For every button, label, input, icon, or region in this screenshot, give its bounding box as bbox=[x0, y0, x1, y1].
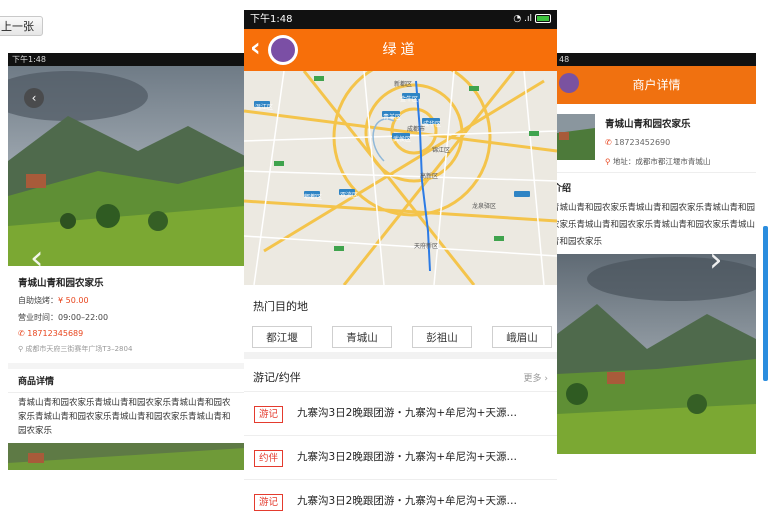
destination-tags: 都江堰 青城山 彭祖山 峨眉山 bbox=[244, 314, 557, 348]
right-landscape-photo bbox=[557, 254, 756, 458]
list-item[interactable]: 约伴 九寨沟3日2晚跟团游・九寨沟+牟尼沟+天源… bbox=[244, 436, 557, 480]
destination-tag[interactable]: 青城山 bbox=[332, 326, 392, 348]
left-preview-card[interactable]: 下午1:48 ‹ 青城山青和园农家乐 自助烧烤：¥ 50.00 营业时间：09:… bbox=[8, 53, 245, 470]
map-label: 高新区 bbox=[420, 173, 439, 180]
map-label: 温江区 bbox=[255, 104, 274, 111]
map-label: 双流区 bbox=[340, 192, 359, 199]
destination-tag[interactable]: 都江堰 bbox=[252, 326, 312, 348]
hot-destinations-title: 热门目的地 bbox=[253, 300, 308, 313]
map-label: 金牛区 bbox=[400, 96, 419, 103]
map-label: 成华区 bbox=[423, 121, 442, 128]
left-bottom-photo bbox=[8, 443, 245, 470]
map-label: 青羊区 bbox=[383, 114, 402, 121]
prev-image-button[interactable]: 上一张 bbox=[0, 16, 43, 36]
map-label: 锦江区 bbox=[432, 147, 451, 154]
battery-icon bbox=[535, 14, 551, 23]
right-avatar bbox=[559, 73, 579, 93]
left-phone: 18712345689 bbox=[27, 329, 84, 338]
right-merchant-name: 青城山青和园农家乐 bbox=[605, 119, 691, 130]
left-section-title: 商品详情 bbox=[8, 369, 245, 393]
travel-section-header: 游记/约伴 更多 › bbox=[244, 359, 557, 392]
right-merchant-thumb bbox=[557, 114, 595, 160]
left-hours-line: 营业时间：09:00–22:00 bbox=[18, 312, 237, 323]
more-label: 更多 bbox=[523, 374, 542, 384]
left-price-label: 自助烧烤： bbox=[18, 296, 58, 305]
right-address-line: ⚲ 地址：成都市都江堰市青城山 bbox=[605, 156, 710, 167]
map-label: 天府新区 bbox=[414, 243, 439, 250]
hot-destinations-section: 热门目的地 都江堰 青城山 彭祖山 峨眉山 bbox=[244, 285, 557, 359]
travel-badge: 游记 bbox=[254, 494, 284, 511]
travel-badge: 游记 bbox=[254, 406, 284, 423]
right-header-title: 商户详情 bbox=[632, 78, 681, 92]
travel-section-title: 游记/约伴 bbox=[253, 371, 301, 384]
destination-tag[interactable]: 彭祖山 bbox=[412, 326, 472, 348]
right-description: 青城山青和园农家乐青城山青和园农家乐青城山青和园农家乐青城山青和园农家乐青城山青… bbox=[557, 203, 756, 247]
left-price-value: ¥ 50.00 bbox=[58, 296, 89, 305]
left-phone-line[interactable]: ✆ 18712345689 bbox=[18, 329, 237, 338]
left-address-line: ⚲ 成都市天府三街赛年广场T3–2804 bbox=[18, 344, 237, 354]
travel-item-text: 九寨沟3日2晚跟团游・九寨沟+牟尼沟+天源… bbox=[297, 407, 517, 419]
left-address: 成都市天府三街赛年广场T3–2804 bbox=[25, 345, 133, 353]
center-phone-screen: 下午1:48 ◔ .ıl ‹ 绿道 金牛区 青羊区 成都市 成华区 武侯区 锦江… bbox=[244, 10, 557, 511]
left-hours-value: 09:00–22:00 bbox=[58, 313, 109, 322]
center-status-time: 下午1:48 bbox=[250, 14, 293, 25]
left-merchant-title: 青城山青和园农家乐 bbox=[18, 278, 104, 289]
right-phone-line[interactable]: ✆ 18723452690 bbox=[605, 138, 670, 147]
right-header: 商户详情 bbox=[557, 66, 756, 104]
right-merchant-info: 青城山青和园农家乐 ✆ 18723452690 ⚲ 地址：成都市都江堰市青城山 bbox=[557, 104, 756, 173]
left-landscape-photo: ‹ bbox=[8, 66, 245, 266]
left-price-line: 自助烧烤：¥ 50.00 bbox=[18, 295, 237, 306]
map-label: 郫都区 bbox=[304, 194, 323, 201]
left-info-block: 青城山青和园农家乐 自助烧烤：¥ 50.00 营业时间：09:00–22:00 … bbox=[8, 266, 245, 363]
map-label: 新都区 bbox=[394, 81, 413, 88]
right-next-arrow-icon[interactable]: › bbox=[709, 243, 723, 277]
map-label: 武侯区 bbox=[393, 136, 412, 143]
right-preview-card[interactable]: 48 商户详情 青城山青和园农家乐 ✆ 18723452690 ⚲ 地址：成都市… bbox=[557, 53, 756, 470]
travel-item-text: 九寨沟3日2晚跟团游・九寨沟+牟尼沟+天源… bbox=[297, 451, 517, 463]
list-item[interactable]: 游记 九寨沟3日2晚跟团游・九寨沟+牟尼沟+天源… bbox=[244, 392, 557, 436]
back-arrow-icon[interactable]: ‹ bbox=[250, 33, 261, 63]
center-header: ‹ 绿道 bbox=[244, 29, 557, 71]
location-pin-icon: ⚲ bbox=[605, 157, 613, 166]
list-item[interactable]: 游记 九寨沟3日2晚跟团游・九寨沟+牟尼沟+天源… bbox=[244, 480, 557, 511]
phone-icon: ✆ bbox=[605, 138, 615, 147]
more-link[interactable]: 更多 › bbox=[524, 371, 549, 384]
left-prev-arrow-icon[interactable]: ‹ bbox=[30, 241, 44, 275]
right-address: 地址：成都市都江堰市青城山 bbox=[612, 157, 711, 166]
city-map[interactable]: 金牛区 青羊区 成都市 成华区 武侯区 锦江区 高新区 双流区 郫都区 温江区 … bbox=[244, 71, 557, 285]
right-status-bar: 48 bbox=[557, 53, 756, 66]
travel-item-text: 九寨沟3日2晚跟团游・九寨沟+牟尼沟+天源… bbox=[297, 495, 517, 507]
left-hours-label: 营业时间： bbox=[18, 313, 58, 322]
right-section-title: 介绍 bbox=[557, 184, 572, 194]
scrollbar-thumb[interactable] bbox=[763, 226, 768, 381]
right-phone: 18723452690 bbox=[614, 138, 671, 147]
map-roads bbox=[244, 71, 557, 285]
travel-badge: 约伴 bbox=[254, 450, 284, 467]
map-label: 龙泉驿区 bbox=[472, 203, 497, 210]
avatar[interactable] bbox=[268, 35, 298, 65]
left-description: 青城山青和园农家乐青城山青和园农家乐青城山青和园农家乐青城山青和园农家乐青城山青… bbox=[8, 393, 245, 443]
phone-icon: ✆ bbox=[18, 329, 28, 338]
chevron-right-icon: › bbox=[544, 374, 548, 384]
destination-tag[interactable]: 峨眉山 bbox=[492, 326, 552, 348]
left-back-icon[interactable]: ‹ bbox=[24, 88, 44, 108]
signal-icons: ◔ .ıl bbox=[513, 10, 551, 29]
left-status-bar: 下午1:48 bbox=[8, 53, 245, 66]
center-status-bar: 下午1:48 ◔ .ıl bbox=[244, 10, 557, 29]
